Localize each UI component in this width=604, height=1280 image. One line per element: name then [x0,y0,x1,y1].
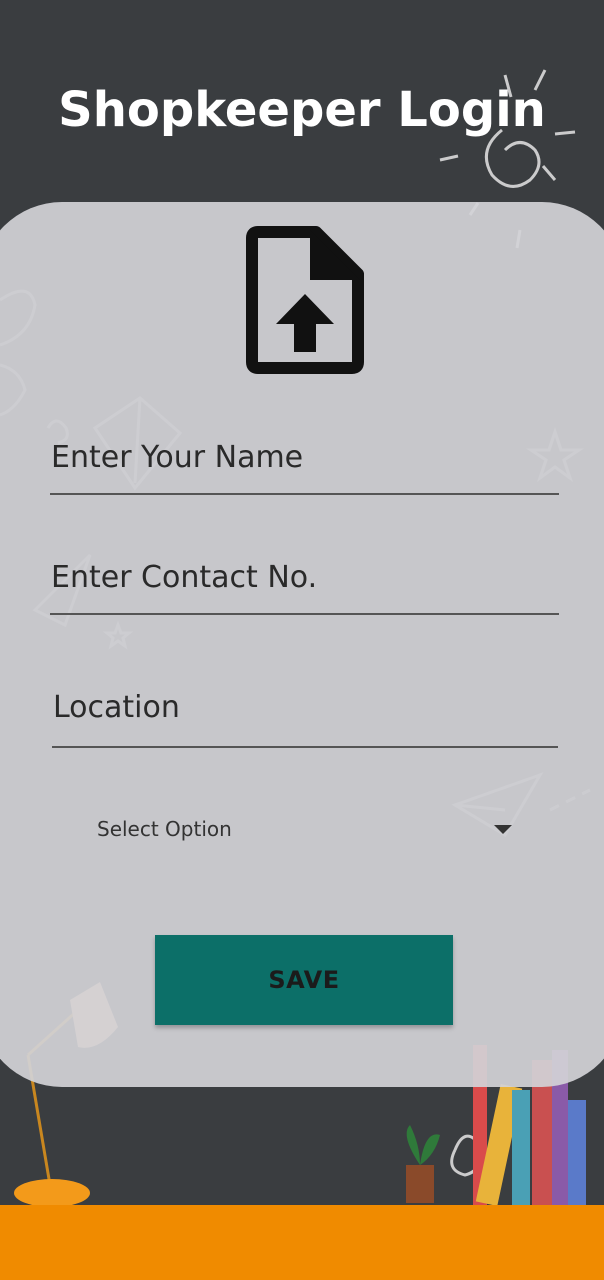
dropdown-arrow-icon[interactable] [494,824,512,834]
desk-surface [0,1205,604,1280]
select-value: Select Option [97,817,232,841]
name-field[interactable]: Enter Your Name [50,440,559,495]
location-field[interactable]: Location [52,690,558,748]
contact-input[interactable]: Enter Contact No. [50,560,559,595]
contact-field[interactable]: Enter Contact No. [50,560,559,615]
name-input[interactable]: Enter Your Name [50,440,559,475]
save-button[interactable]: SAVE [155,935,453,1025]
file-upload-icon[interactable] [244,224,366,376]
name-underline [50,493,559,495]
contact-underline [50,613,559,615]
location-input[interactable]: Location [52,690,558,725]
location-underline [52,746,558,748]
option-select[interactable]: Select Option [97,812,517,846]
page-title: Shopkeeper Login [58,82,546,138]
